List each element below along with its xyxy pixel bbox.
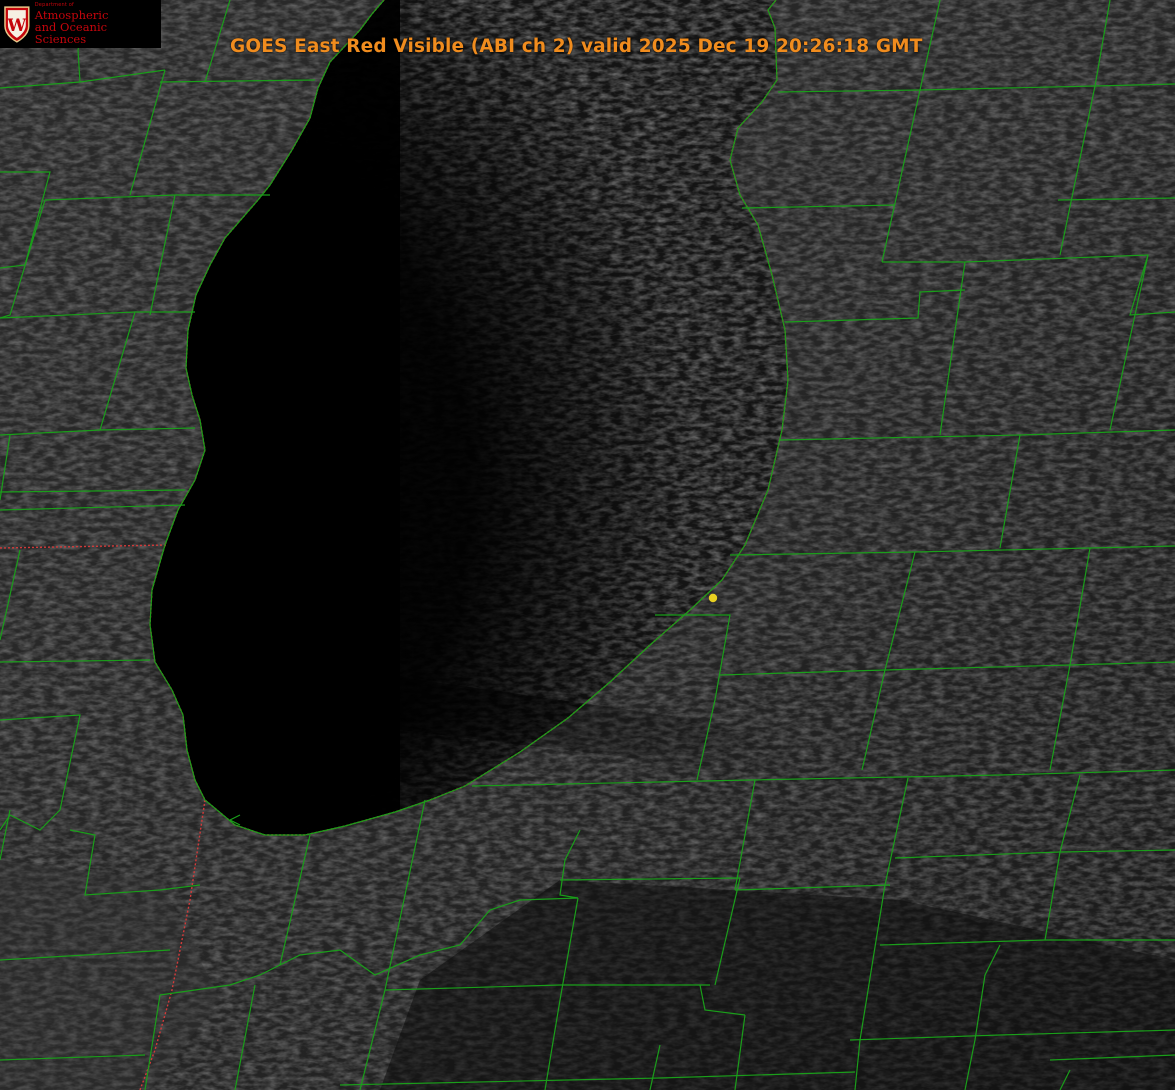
satellite-map xyxy=(0,0,1175,1090)
uw-aos-logo: W Department of Atmospheric and Oceanic … xyxy=(0,0,161,48)
university-seal-icon: W xyxy=(4,6,30,43)
station-marker xyxy=(708,593,718,603)
svg-text:W: W xyxy=(6,15,27,35)
logo-line1: Atmospheric xyxy=(34,7,109,22)
logo-line2: and Oceanic Sciences xyxy=(34,19,108,46)
image-title: GOES East Red Visible (ABI ch 2) valid 2… xyxy=(230,36,923,57)
